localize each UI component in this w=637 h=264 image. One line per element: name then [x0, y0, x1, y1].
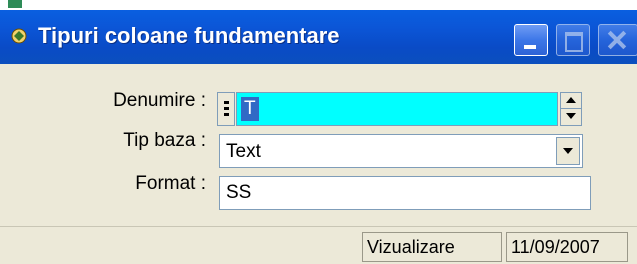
format-field[interactable]: SS	[219, 176, 591, 210]
status-mode: Vizualizare	[362, 232, 502, 262]
minimize-button[interactable]	[514, 24, 548, 56]
tip-baza-select[interactable]: Text	[219, 134, 583, 168]
window-title: Tipuri coloane fundamentare	[38, 23, 340, 48]
chevron-down-icon	[563, 148, 573, 154]
arrow-down-icon	[566, 113, 576, 119]
background-strip	[0, 0, 637, 10]
dialog-window: Tipuri coloane fundamentare Denumire : T…	[0, 10, 637, 264]
status-date: 11/09/2007	[506, 232, 628, 262]
format-value: SS	[226, 182, 252, 203]
record-navigator-handle[interactable]	[217, 92, 235, 126]
arrow-up-icon	[566, 97, 576, 103]
spin-up-button[interactable]	[561, 93, 581, 109]
app-icon	[11, 28, 27, 44]
format-label: Format :	[135, 173, 206, 194]
status-bar: Vizualizare 11/09/2007	[0, 226, 637, 264]
app-icon-fragment	[8, 0, 22, 8]
tip-baza-value: Text	[226, 141, 261, 162]
tip-baza-label: Tip baza :	[123, 130, 206, 151]
close-button[interactable]	[598, 24, 637, 56]
denumire-value[interactable]: T	[241, 97, 259, 121]
spin-down-button[interactable]	[561, 109, 581, 125]
maximize-button[interactable]	[556, 24, 590, 56]
denumire-field[interactable]: T	[236, 92, 558, 126]
grip-icon	[224, 101, 229, 104]
title-bar[interactable]: Tipuri coloane fundamentare	[0, 10, 637, 64]
denumire-label: Denumire :	[113, 90, 206, 111]
dropdown-button[interactable]	[556, 137, 580, 165]
denumire-spinner[interactable]	[560, 92, 582, 126]
